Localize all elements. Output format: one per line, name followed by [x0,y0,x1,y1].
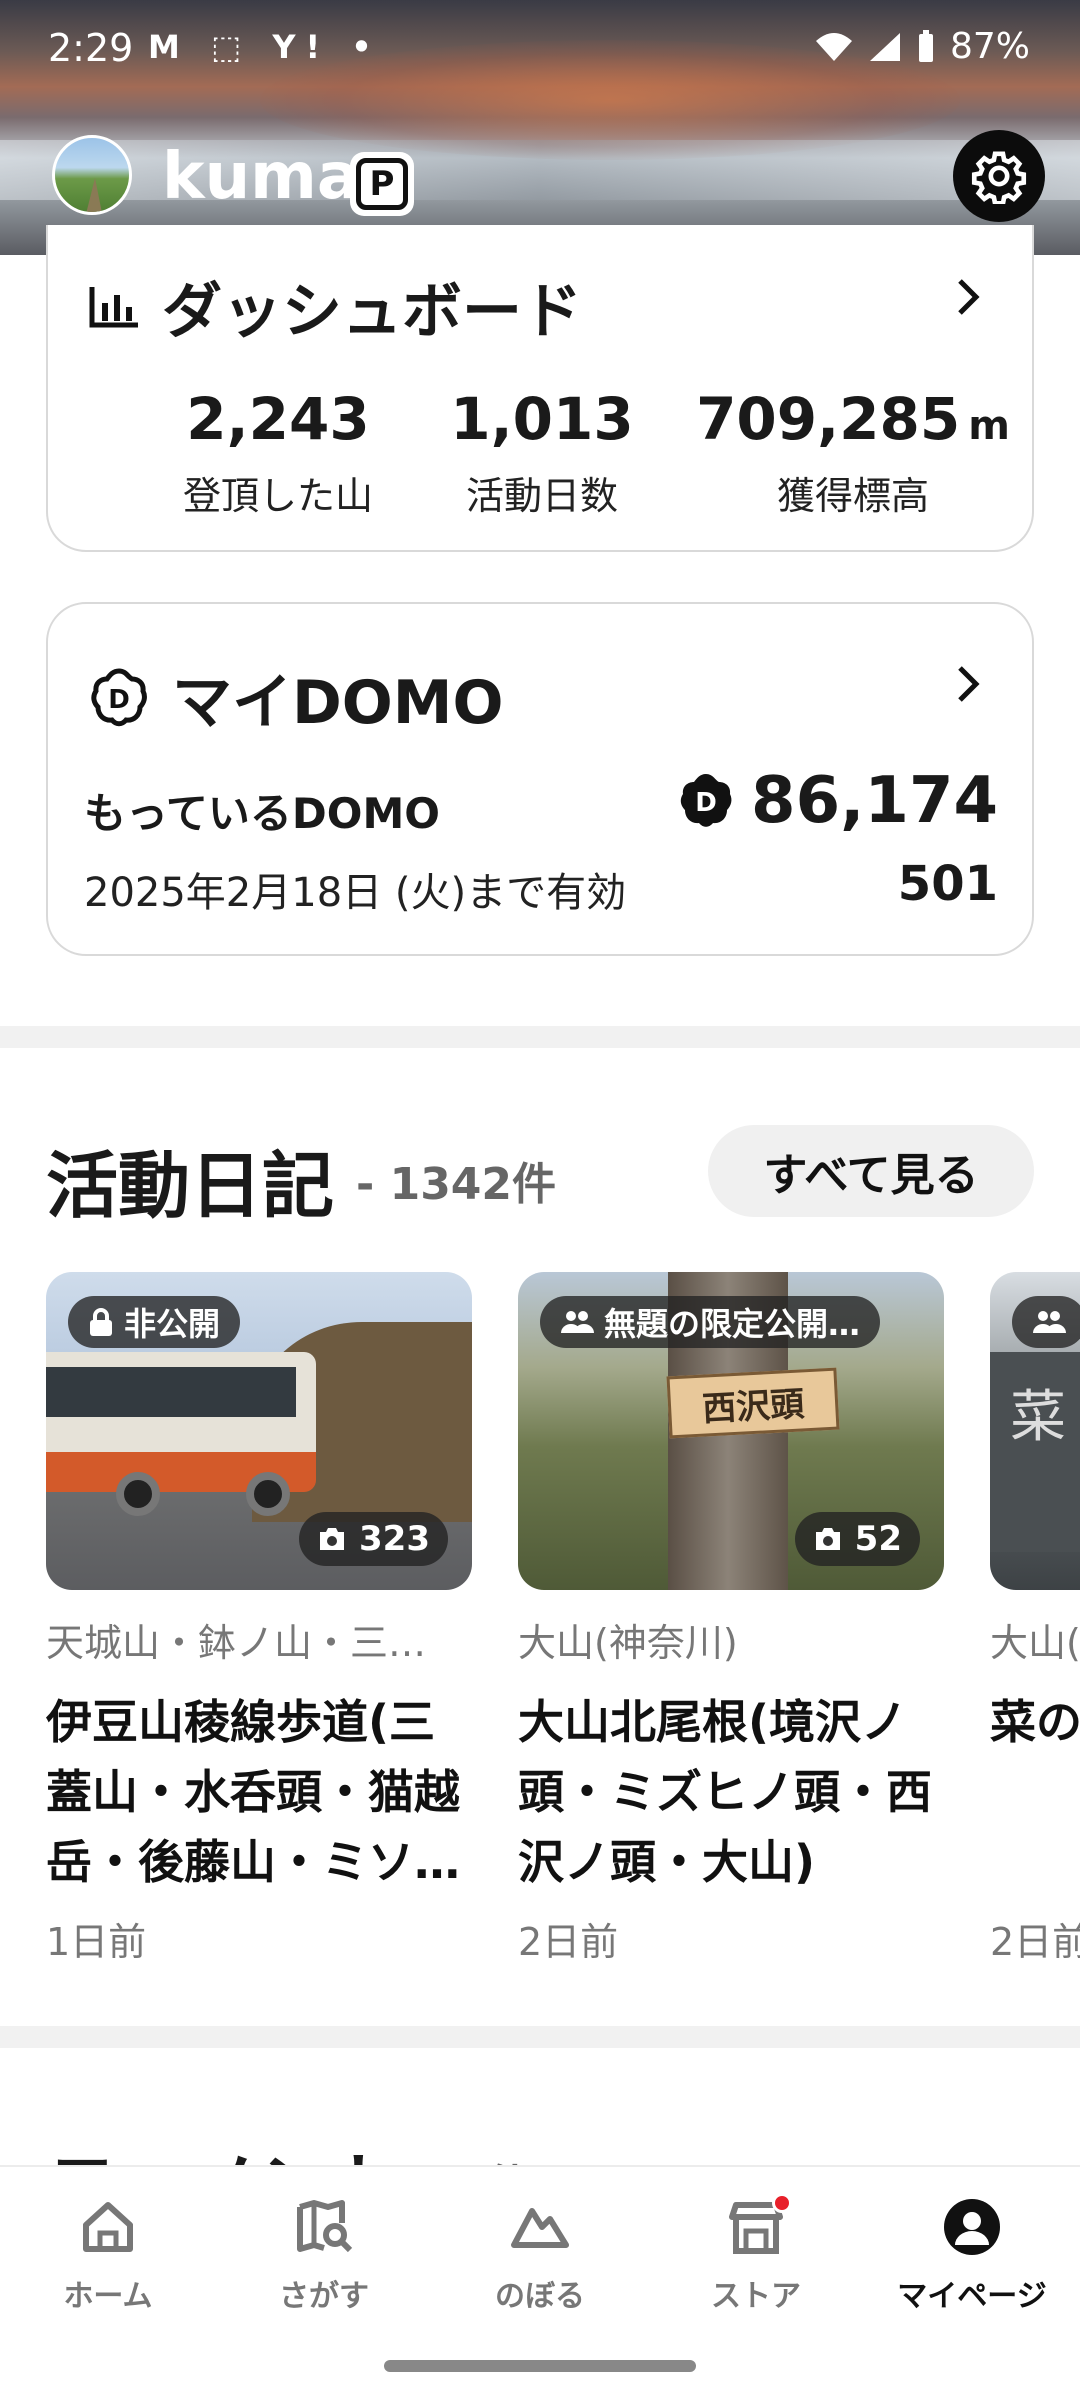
tab-store[interactable]: ストア [648,2193,864,2315]
section-divider [0,1026,1080,1048]
tab-search[interactable]: さがす [216,2197,432,2315]
domo-icon: D [91,667,147,726]
premium-badge: P [350,152,414,216]
photo-count-badge: 323 [299,1512,448,1566]
tab-my-page[interactable]: マイページ [864,2197,1080,2315]
diary-photo: 非公開 323 [46,1272,472,1590]
activity-diary-title: 活動日記 [46,1144,335,1228]
notification-icons: M ⬚ Y! • [148,28,382,66]
visibility-badge: 無題の限定公開… [540,1296,881,1348]
expiry-label: 2025年2月18日 (火)まで有効 [84,870,627,916]
diary-title: 菜の獄沢 [990,1695,1080,1749]
wifi-icon [815,32,852,61]
chevron-right-icon [958,279,980,315]
diary-title: 伊豆山稜線歩道(三蓋山・水呑頭・猫越岳・後藤山・ミソ… [46,1695,460,1889]
my-page-screen: 2:29 M ⬚ Y! • 87% kuma P ダッシュボード 2,243 登… [0,0,1080,2400]
diary-card[interactable]: 非公開 323 天城山・鉢ノ山・三… 伊豆山稜線歩道(三蓋山・水呑頭・猫越岳・後… [46,1272,472,1966]
avatar[interactable] [52,135,132,215]
group-icon [1033,1311,1066,1333]
diary-card[interactable]: 菜 大山( 菜の獄沢 2日前 [990,1272,1080,1966]
stat-activity-days: 1,013 活動日数 [450,385,634,518]
owned-domo-value: 86,174 [751,764,998,838]
expiring-domo-value: 501 [897,856,998,912]
gear-icon [971,151,1027,204]
tab-home[interactable]: ホーム [0,2197,216,2315]
status-bar: 2:29 M ⬚ Y! • 87% [0,0,1080,95]
signal-icon [869,32,900,61]
group-icon [561,1311,594,1333]
user-icon [942,2197,1002,2257]
mountain-icon [510,2197,570,2257]
activity-diary-count: - 1342件 [356,1159,557,1210]
stat-summits: 2,243 登頂した山 [182,385,373,518]
diary-date: 2日前 [518,1920,619,1964]
dashboard-card[interactable]: ダッシュボード 2,243 登頂した山 1,013 活動日数 709,285 m … [46,225,1034,552]
diary-title: 大山北尾根(境沢ノ頭・ミズヒノ頭・西沢ノ頭・大山) [518,1695,932,1889]
username: kuma [162,140,360,214]
section-divider [0,2026,1080,2048]
diary-mountains: 大山( [990,1621,1080,1665]
diary-mountains: 天城山・鉢ノ山・三… [46,1621,427,1665]
diary-mountains: 大山(神奈川) [518,1621,738,1665]
chevron-right-icon [958,666,980,702]
stat-elevation-gain: 709,285 m 獲得標高 [696,385,1010,518]
dashboard-title: ダッシュボード [162,277,582,347]
domo-coin-icon: D [680,774,732,827]
diary-photo: 菜 [990,1272,1080,1590]
home-icon [78,2197,138,2257]
store-icon [726,2193,792,2257]
visibility-badge: 非公開 [68,1296,241,1348]
diary-date: 1日前 [46,1920,147,1964]
photo-count-badge: 52 [794,1512,920,1566]
svg-text:D: D [108,685,130,715]
owned-domo-label: もっているDOMO [84,789,440,838]
settings-button[interactable] [953,130,1045,222]
my-domo-title: マイDOMO [172,668,504,738]
diary-photo: 西沢頭 無題の限定公開… 52 [518,1272,944,1590]
camera-icon [815,1528,840,1550]
camera-icon [320,1528,345,1550]
gesture-home-bar[interactable] [384,2360,696,2372]
map-search-icon [294,2197,354,2257]
status-time: 2:29 [48,26,134,70]
diary-card[interactable]: 西沢頭 無題の限定公開… 52 大山(神奈川) 大山北尾根(境沢ノ頭・ミズヒノ頭… [518,1272,944,1966]
battery-icon [918,29,933,62]
lock-icon [90,1308,112,1336]
profile-header: 2:29 M ⬚ Y! • 87% kuma P [0,0,1080,255]
see-all-button[interactable]: すべて見る [708,1125,1034,1217]
svg-text:D: D [695,788,717,818]
chart-icon [89,286,138,327]
notification-dot [772,2193,792,2213]
tab-climb[interactable]: のぼる [432,2197,648,2315]
diary-date: 2日前 [990,1920,1080,1964]
battery-percent: 87% [949,26,1030,67]
my-domo-card[interactable]: D マイDOMO もっているDOMO D 86,174 2025年2月18日 (… [46,602,1034,956]
visibility-badge [1012,1296,1080,1348]
